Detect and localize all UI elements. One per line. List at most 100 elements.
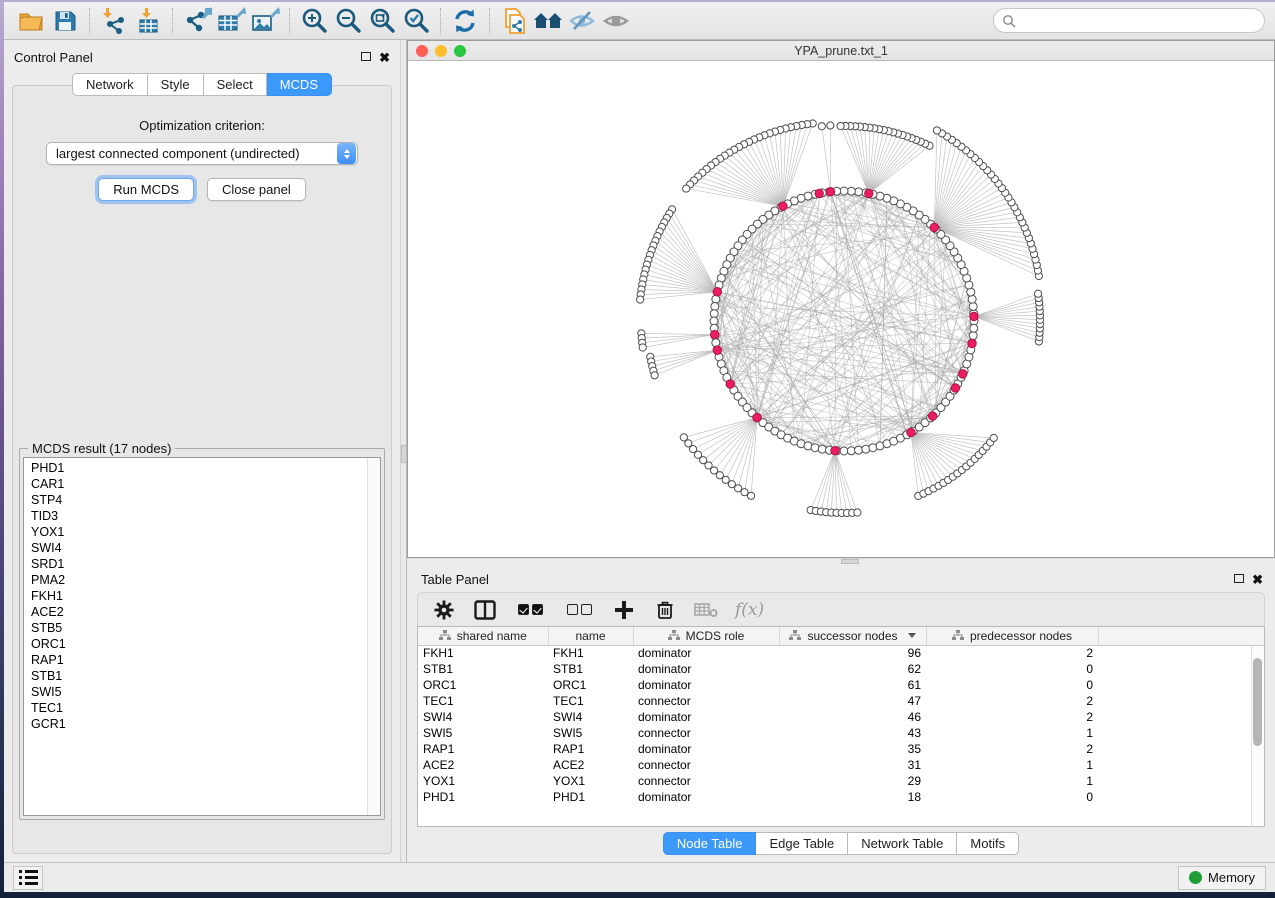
search-icon xyxy=(1002,14,1016,28)
panel-splitter-vertical[interactable] xyxy=(400,40,407,862)
search-field[interactable] xyxy=(993,8,1265,33)
tab-style[interactable]: Style xyxy=(148,73,204,96)
add-column-icon[interactable] xyxy=(612,598,636,622)
mcds-result-item[interactable]: STP4 xyxy=(31,492,380,508)
mcds-result-item[interactable]: YOX1 xyxy=(31,524,380,540)
export-network-icon[interactable] xyxy=(180,6,214,36)
mcds-result-item[interactable]: PMA2 xyxy=(31,572,380,588)
mcds-result-group: MCDS result (17 nodes) PHD1CAR1STP4TID3Y… xyxy=(19,448,385,820)
tab-motifs[interactable]: Motifs xyxy=(957,832,1019,855)
zoom-in-icon[interactable] xyxy=(297,6,331,36)
import-table-icon[interactable] xyxy=(131,6,165,36)
tab-mcds[interactable]: MCDS xyxy=(267,73,332,96)
mcds-panel: Optimization criterion: largest connecte… xyxy=(12,85,392,854)
import-network-icon[interactable] xyxy=(97,6,131,36)
mcds-result-item[interactable]: STB1 xyxy=(31,668,380,684)
mcds-result-item[interactable]: FKH1 xyxy=(31,588,380,604)
mcds-result-item[interactable]: SRD1 xyxy=(31,556,380,572)
table-row[interactable]: STB1STB1dominator620 xyxy=(418,661,1264,677)
function-builder-icon[interactable]: f(x) xyxy=(735,600,764,620)
select-all-checks-icon[interactable] xyxy=(514,598,546,622)
table-row[interactable]: SWI4SWI4dominator462 xyxy=(418,709,1264,725)
mcds-result-list[interactable]: PHD1CAR1STP4TID3YOX1SWI4SRD1PMA2FKH1ACE2… xyxy=(23,457,381,816)
network-canvas[interactable] xyxy=(408,61,1274,557)
mcds-result-item[interactable]: SWI4 xyxy=(31,540,380,556)
mcds-list-scrollbar[interactable] xyxy=(367,458,380,815)
mcds-result-item[interactable]: GCR1 xyxy=(31,716,380,732)
task-history-button[interactable] xyxy=(13,866,43,890)
table-options-gear-icon[interactable] xyxy=(432,598,456,622)
float-panel-icon[interactable] xyxy=(361,48,371,66)
splitter-handle[interactable] xyxy=(841,559,859,564)
zoom-fit-icon[interactable] xyxy=(365,6,399,36)
show-columns-icon[interactable] xyxy=(473,598,497,622)
toolbar-separator xyxy=(489,8,490,34)
float-panel-icon[interactable] xyxy=(1234,570,1244,588)
table-panel-title: Table Panel xyxy=(421,572,489,587)
memory-status-icon xyxy=(1189,871,1202,884)
close-panel-button[interactable]: Close panel xyxy=(207,178,306,201)
panel-splitter-horizontal[interactable] xyxy=(407,558,1275,564)
tab-select[interactable]: Select xyxy=(204,73,267,96)
table-row[interactable]: TEC1TEC1connector472 xyxy=(418,693,1264,709)
network-window-titlebar[interactable]: YPA_prune.txt_1 xyxy=(408,41,1274,61)
delete-table-icon[interactable] xyxy=(694,598,718,622)
mcds-result-item[interactable]: PHD1 xyxy=(31,460,380,476)
search-input[interactable] xyxy=(1021,14,1256,28)
open-file-icon[interactable] xyxy=(14,6,48,36)
column-header-predecessor-nodes[interactable]: predecessor nodes xyxy=(926,627,1098,645)
save-session-icon[interactable] xyxy=(48,6,82,36)
delete-column-icon[interactable] xyxy=(653,598,677,622)
zoom-out-icon[interactable] xyxy=(331,6,365,36)
mcds-result-items: PHD1CAR1STP4TID3YOX1SWI4SRD1PMA2FKH1ACE2… xyxy=(24,458,380,732)
table-scrollbar[interactable] xyxy=(1251,646,1264,826)
optimization-criterion-select[interactable]: largest connected component (undirected) xyxy=(46,142,358,165)
first-neighbors-icon[interactable] xyxy=(531,6,565,36)
table-row[interactable]: ACE2ACE2connector311 xyxy=(418,757,1264,773)
mcds-result-item[interactable]: TEC1 xyxy=(31,700,380,716)
optimization-criterion-value: largest connected component (undirected) xyxy=(47,146,337,161)
deselect-all-checks-icon[interactable] xyxy=(563,598,595,622)
table-header-row: shared name name MCDS role successor nod… xyxy=(418,627,1264,645)
clone-network-icon[interactable] xyxy=(497,6,531,36)
close-panel-icon[interactable]: ✖ xyxy=(1252,573,1263,586)
memory-button[interactable]: Memory xyxy=(1178,866,1266,890)
mcds-result-item[interactable]: RAP1 xyxy=(31,652,380,668)
export-image-icon[interactable] xyxy=(248,6,282,36)
refresh-icon[interactable] xyxy=(448,6,482,36)
show-all-icon[interactable] xyxy=(599,6,633,36)
mcds-result-item[interactable]: TID3 xyxy=(31,508,380,524)
tab-network[interactable]: Network xyxy=(72,73,148,96)
table-scrollbar-thumb[interactable] xyxy=(1253,658,1262,746)
table-row[interactable]: YOX1YOX1connector291 xyxy=(418,773,1264,789)
mcds-result-item[interactable]: ORC1 xyxy=(31,636,380,652)
splitter-handle[interactable] xyxy=(401,445,407,463)
hide-selected-icon[interactable] xyxy=(565,6,599,36)
close-panel-icon[interactable]: ✖ xyxy=(379,51,390,64)
run-mcds-button[interactable]: Run MCDS xyxy=(98,178,194,201)
table-row[interactable]: RAP1RAP1dominator352 xyxy=(418,741,1264,757)
table-toolbar: f(x) xyxy=(417,592,1265,626)
export-table-icon[interactable] xyxy=(214,6,248,36)
mcds-result-item[interactable]: SWI5 xyxy=(31,684,380,700)
tab-network-table[interactable]: Network Table xyxy=(848,832,957,855)
network-view-window: YPA_prune.txt_1 xyxy=(407,40,1275,558)
node-table[interactable]: shared name name MCDS role successor nod… xyxy=(417,626,1265,827)
network-title: YPA_prune.txt_1 xyxy=(408,44,1274,58)
column-header-shared-name[interactable]: shared name xyxy=(418,627,548,645)
mcds-result-item[interactable]: ACE2 xyxy=(31,604,380,620)
tab-node-table[interactable]: Node Table xyxy=(663,832,757,855)
mcds-result-item[interactable]: STB5 xyxy=(31,620,380,636)
column-header-name[interactable]: name xyxy=(548,627,633,645)
table-row[interactable]: SWI5SWI5connector431 xyxy=(418,725,1264,741)
mcds-result-item[interactable]: CAR1 xyxy=(31,476,380,492)
table-tabs: Node Table Edge Table Network Table Moti… xyxy=(417,827,1265,862)
tab-edge-table[interactable]: Edge Table xyxy=(756,832,848,855)
table-row[interactable]: ORC1ORC1dominator610 xyxy=(418,677,1264,693)
table-row[interactable]: FKH1FKH1dominator962 xyxy=(418,645,1264,661)
mcds-result-title: MCDS result (17 nodes) xyxy=(28,441,175,456)
zoom-selected-icon[interactable] xyxy=(399,6,433,36)
table-row[interactable]: PHD1PHD1dominator180 xyxy=(418,789,1264,805)
column-header-successor-nodes[interactable]: successor nodes xyxy=(779,627,926,645)
column-header-mcds-role[interactable]: MCDS role xyxy=(633,627,779,645)
